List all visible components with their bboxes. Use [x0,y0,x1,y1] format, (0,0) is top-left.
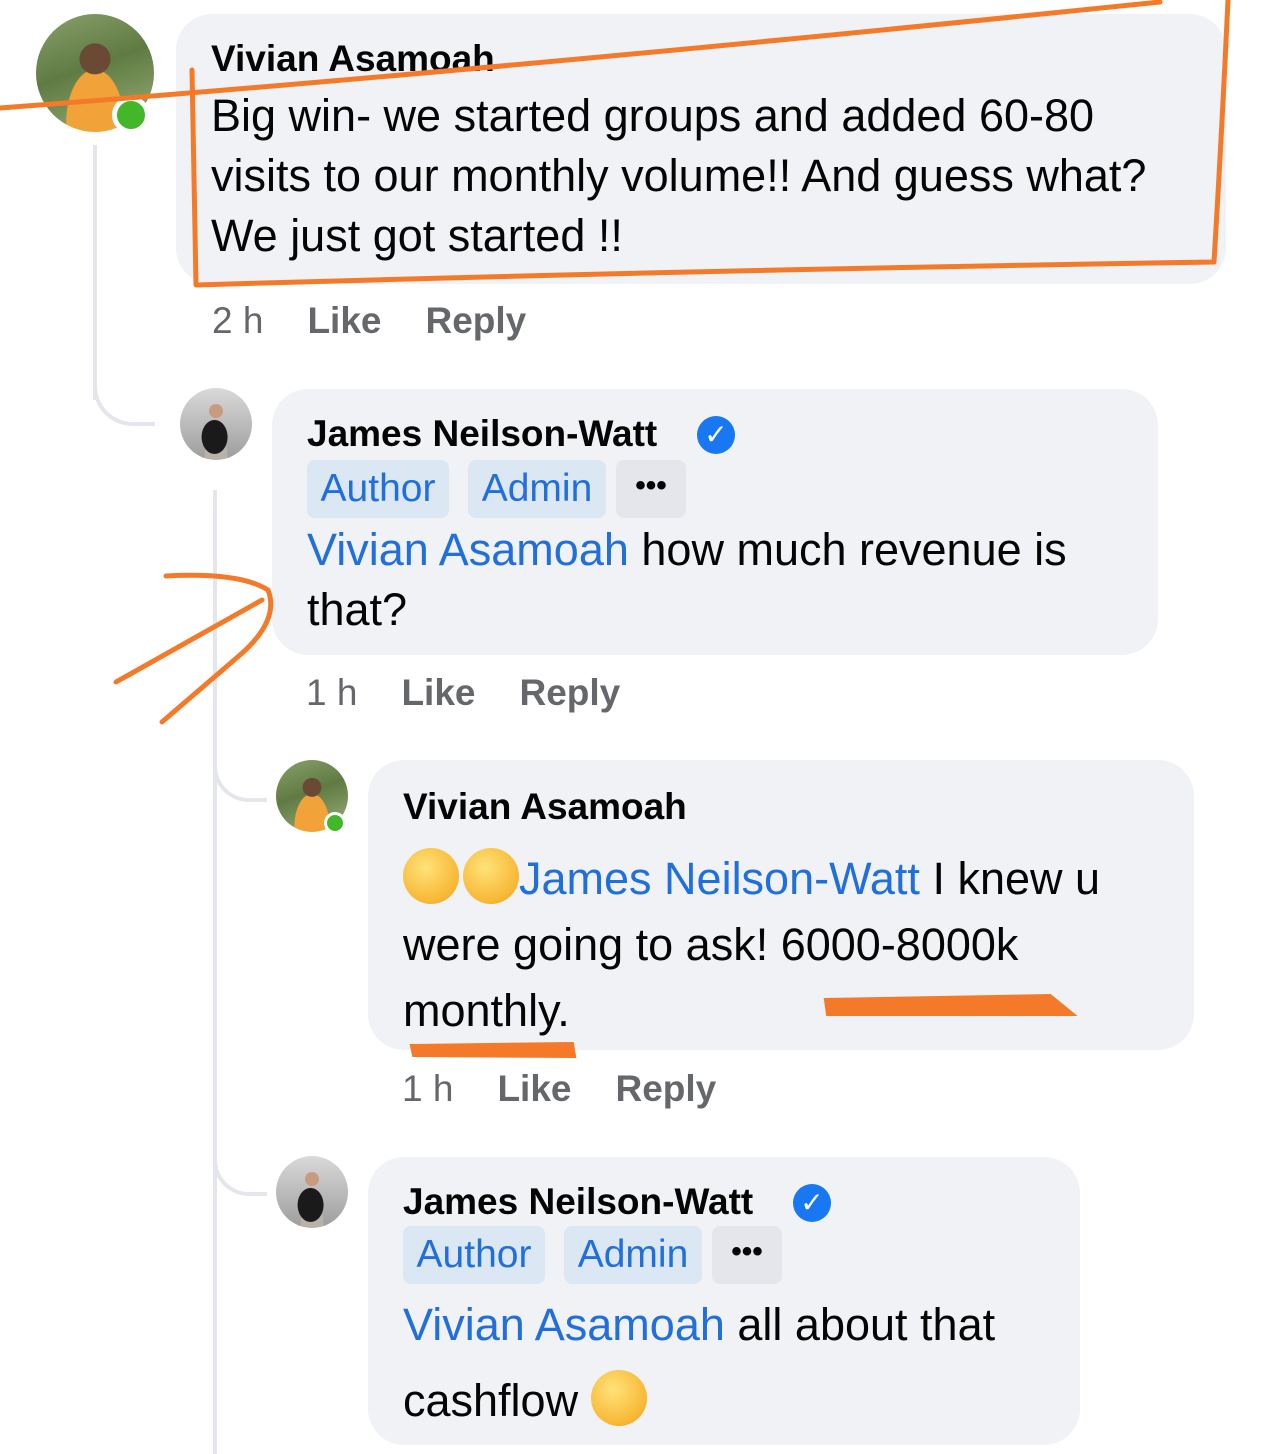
thread-connector [213,1140,267,1196]
timestamp[interactable]: 1 h [306,672,357,713]
verified-badge-icon: ✓ [697,416,735,454]
comment-text: Vivian Asamoah how much revenue is that? [307,524,1067,635]
comment-author[interactable]: Vivian Asamoah [403,786,687,828]
timestamp[interactable]: 1 h [402,1068,453,1109]
comment-bubble: James Neilson-Watt ✓ Author Admin ••• Vi… [272,389,1158,655]
avatar[interactable] [276,1156,348,1228]
verified-badge-icon: ✓ [793,1184,831,1222]
mention-link[interactable]: Vivian Asamoah [307,524,629,575]
online-status-dot [112,96,150,134]
comment-bubble: Vivian Asamoah James Neilson-Watt I knew… [368,760,1194,1050]
comment-meta: 1 h Like Reply [306,672,620,714]
winking-emoji-icon [590,1370,647,1426]
mention-link[interactable]: Vivian Asamoah [403,1299,725,1350]
comment-bubble: Vivian Asamoah Big win- we started group… [176,14,1226,284]
author-badge: Author [403,1226,545,1284]
avatar[interactable] [180,388,252,460]
arrow-annotation [113,597,265,685]
comment-text: Vivian Asamoah all about that cashflow [403,1299,996,1426]
mention-link[interactable]: James Neilson-Watt [519,853,920,904]
thread-connector [213,740,267,802]
thread-line [213,490,217,1454]
online-status-dot [324,812,346,834]
comment-author[interactable]: James Neilson-Watt [403,1181,753,1223]
reply-button[interactable]: Reply [615,1068,716,1109]
comment-bubble: James Neilson-Watt ✓ Author Admin ••• Vi… [368,1157,1080,1445]
thread-connector [93,360,155,426]
comment-author[interactable]: Vivian Asamoah [211,38,495,80]
more-badges-button[interactable]: ••• [712,1226,782,1284]
laughing-tears-emoji-icon [463,848,519,904]
like-button[interactable]: Like [497,1068,571,1109]
more-badges-button[interactable]: ••• [616,460,686,518]
reply-button[interactable]: Reply [519,672,620,713]
like-button[interactable]: Like [307,300,381,341]
comment-author[interactable]: James Neilson-Watt [307,413,657,455]
author-badge: Author [307,460,449,518]
laughing-tears-emoji-icon [403,848,459,904]
like-button[interactable]: Like [401,672,475,713]
admin-badge: Admin [468,460,606,518]
admin-badge: Admin [564,1226,702,1284]
reply-button[interactable]: Reply [425,300,526,341]
comment-meta: 2 h Like Reply [212,300,526,342]
timestamp[interactable]: 2 h [212,300,263,341]
comment-text: Big win- we started groups and added 60-… [211,90,1147,261]
comment-text: James Neilson-Watt I knew u were going t… [403,846,1183,1044]
comment-meta: 1 h Like Reply [402,1068,716,1110]
